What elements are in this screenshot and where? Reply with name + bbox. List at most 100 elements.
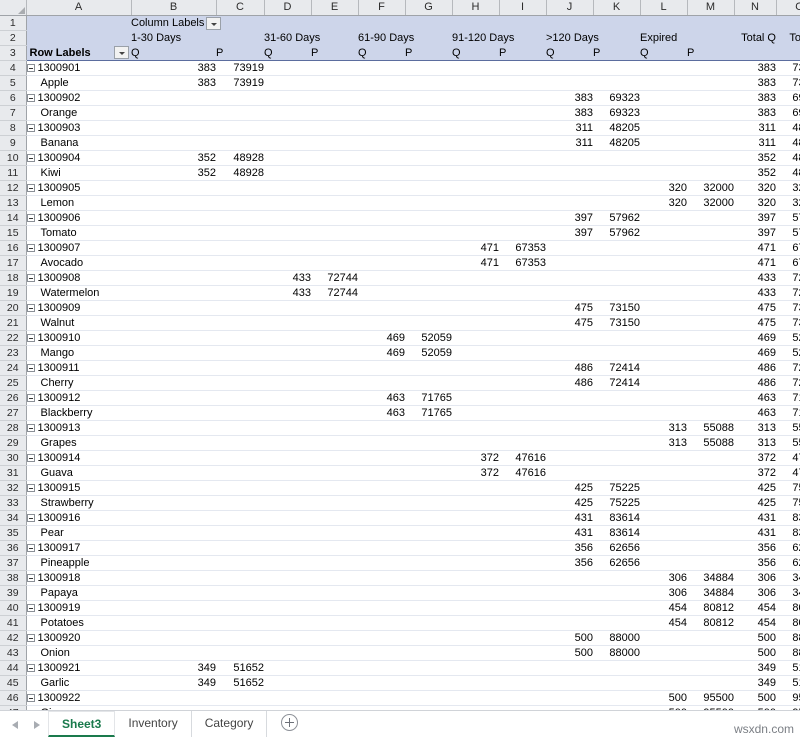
row-number-13[interactable]: 13 (0, 195, 27, 211)
cell-empty[interactable] (405, 645, 452, 661)
cell-empty[interactable] (499, 300, 546, 316)
cell-qty[interactable]: 320 (640, 180, 687, 196)
row-number-9[interactable]: 9 (0, 135, 27, 151)
select-all-corner[interactable] (0, 0, 27, 16)
cell-row1-L[interactable] (640, 15, 687, 31)
cell-empty[interactable] (311, 645, 358, 661)
cell-empty[interactable] (358, 165, 405, 181)
cell-empty[interactable] (264, 360, 311, 376)
cell-empty[interactable] (593, 285, 640, 301)
cell-empty[interactable] (640, 495, 687, 511)
cell-price[interactable]: 80812 (687, 600, 734, 616)
cell-empty[interactable] (687, 210, 734, 226)
cell-total-price[interactable]: 73150 (776, 300, 800, 316)
cell-empty[interactable] (499, 570, 546, 586)
cell-empty[interactable] (311, 525, 358, 541)
row-number-30[interactable]: 30 (0, 450, 27, 466)
cell-empty[interactable] (311, 195, 358, 211)
sheet-tab-category[interactable]: Category (192, 711, 268, 737)
cell-price[interactable]: 72414 (593, 360, 640, 376)
cell-price[interactable]: 73150 (593, 300, 640, 316)
cell-empty[interactable] (593, 420, 640, 436)
pivot-group-label[interactable]: 1300920 (26, 630, 131, 646)
cell-empty[interactable] (687, 330, 734, 346)
cell-total-price[interactable]: 47616 (776, 450, 800, 466)
cell-empty[interactable] (131, 495, 216, 511)
cell-empty[interactable] (687, 75, 734, 91)
cell-qty[interactable]: 475 (546, 315, 593, 331)
cell-total-price[interactable]: 83614 (776, 525, 800, 541)
cell-empty[interactable] (405, 225, 452, 241)
cell-empty[interactable] (640, 525, 687, 541)
cell-total-price[interactable]: 48205 (776, 135, 800, 151)
cell-empty[interactable] (216, 390, 264, 406)
cell-empty[interactable] (358, 300, 405, 316)
cell-empty[interactable] (264, 630, 311, 646)
cell-empty[interactable] (499, 630, 546, 646)
cell-empty[interactable] (546, 75, 593, 91)
cell-empty[interactable] (358, 270, 405, 286)
cell-empty[interactable] (546, 255, 593, 271)
cell-row1-D[interactable] (264, 15, 311, 31)
table-row[interactable]: 3013009143724761637247616 (0, 450, 800, 466)
pivot-item-label[interactable]: Potatoes (26, 615, 131, 631)
cell-qty[interactable]: 372 (452, 450, 499, 466)
cell-total-price[interactable]: 67353 (776, 240, 800, 256)
cell-row1-N[interactable] (734, 15, 776, 31)
cell-qty[interactable]: 425 (546, 495, 593, 511)
cell-qty[interactable]: 486 (546, 375, 593, 391)
cell-empty[interactable] (452, 495, 499, 511)
cell-empty[interactable] (358, 570, 405, 586)
cell-empty[interactable] (499, 615, 546, 631)
collapse-toggle-icon[interactable] (26, 604, 35, 613)
cell-empty[interactable] (131, 510, 216, 526)
cell-empty[interactable] (216, 270, 264, 286)
collapse-toggle-icon[interactable] (26, 214, 35, 223)
cell-empty[interactable] (499, 105, 546, 121)
cell-empty[interactable] (358, 135, 405, 151)
cell-empty[interactable] (216, 600, 264, 616)
cell-empty[interactable] (640, 660, 687, 676)
cell-empty[interactable] (405, 300, 452, 316)
pivot-item-label[interactable]: Strawberry (26, 495, 131, 511)
row-number-35[interactable]: 35 (0, 525, 27, 541)
cell-empty[interactable] (546, 330, 593, 346)
cell-empty[interactable] (593, 150, 640, 166)
add-sheet-icon[interactable] (281, 714, 299, 731)
cell-empty[interactable] (499, 135, 546, 151)
cell-empty[interactable] (452, 660, 499, 676)
cell-empty[interactable] (264, 435, 311, 451)
cell-empty[interactable] (358, 450, 405, 466)
cell-empty[interactable] (216, 645, 264, 661)
cell-empty[interactable] (687, 525, 734, 541)
cell-price[interactable]: 72414 (593, 375, 640, 391)
cell-price[interactable]: 48928 (216, 150, 264, 166)
cell-empty[interactable] (131, 345, 216, 361)
cell-qty[interactable]: 320 (640, 195, 687, 211)
table-row[interactable]: 27Blackberry4637176546371765 (0, 405, 800, 421)
row-number-44[interactable]: 44 (0, 660, 27, 676)
cell-empty[interactable] (499, 585, 546, 601)
cell-total-qty[interactable]: 320 (734, 195, 776, 211)
cell-qty[interactable]: 433 (264, 285, 311, 301)
cell-total-qty[interactable]: 469 (734, 345, 776, 361)
cell-empty[interactable] (687, 480, 734, 496)
cell-empty[interactable] (499, 225, 546, 241)
cell-empty[interactable] (311, 690, 358, 706)
cell-total-qty[interactable]: 383 (734, 60, 776, 76)
table-row[interactable]: 23Mango4695205946952059 (0, 345, 800, 361)
cell-empty[interactable] (264, 645, 311, 661)
cell-empty[interactable] (358, 360, 405, 376)
table-row[interactable]: 21Walnut4757315047573150 (0, 315, 800, 331)
cell-total-qty[interactable]: 372 (734, 450, 776, 466)
table-row[interactable]: 813009033114820531148205 (0, 120, 800, 136)
cell-empty[interactable] (687, 645, 734, 661)
collapse-toggle-icon[interactable] (26, 124, 35, 133)
cell-empty[interactable] (687, 270, 734, 286)
cell-empty[interactable] (499, 180, 546, 196)
cell-empty[interactable] (499, 405, 546, 421)
cell-empty[interactable] (311, 405, 358, 421)
table-row[interactable]: 1413009063975796239757962 (0, 210, 800, 226)
cell-empty[interactable] (405, 165, 452, 181)
cell-total-qty[interactable]: 306 (734, 585, 776, 601)
